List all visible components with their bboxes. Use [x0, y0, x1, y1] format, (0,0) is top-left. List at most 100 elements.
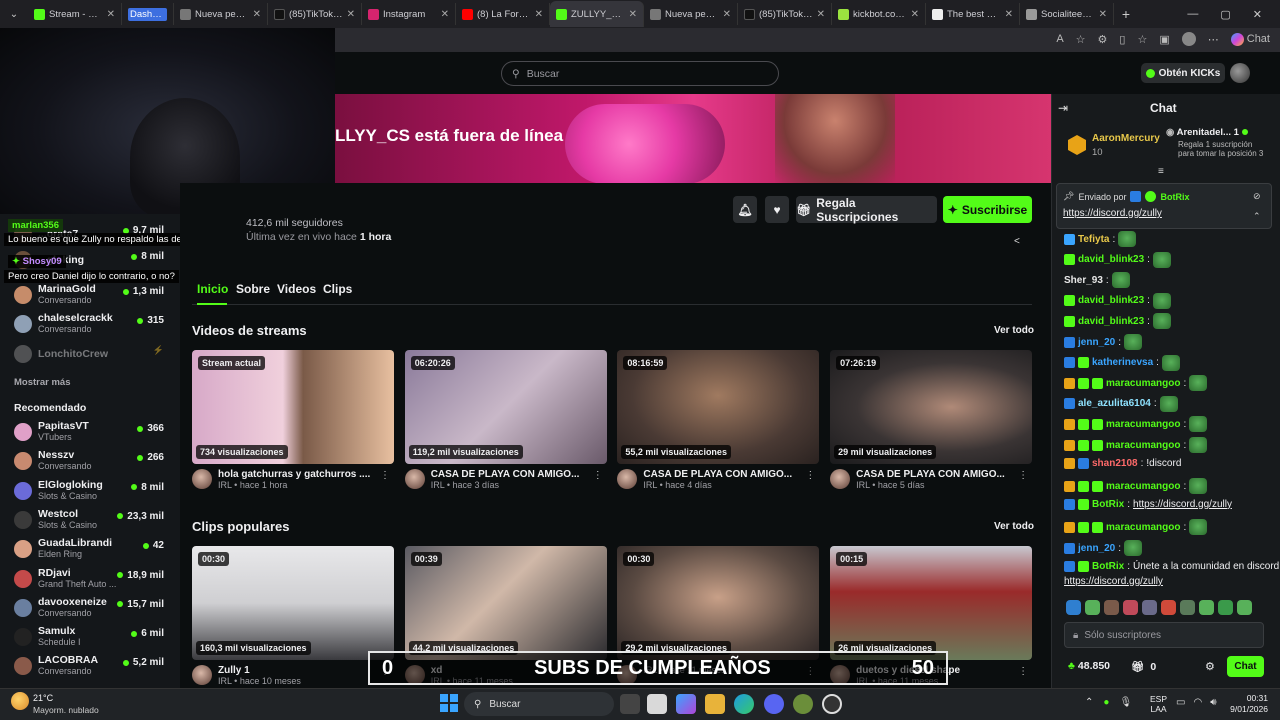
video-title[interactable]: hola gatchurras y gatchurros .... — [218, 469, 378, 480]
video-title[interactable]: CASA DE PLAYA CON AMIGO... — [856, 469, 1016, 480]
new-tab-icon[interactable]: + — [1114, 6, 1138, 22]
search-input[interactable]: ⚲ Buscar — [501, 61, 779, 86]
close-icon[interactable]: ✕ — [911, 9, 919, 20]
video-title[interactable]: CASA DE PLAYA CON AMIGO... — [643, 469, 803, 480]
tab-inicio[interactable]: Inicio — [197, 282, 228, 296]
emote-picker-icon[interactable] — [1142, 600, 1157, 615]
sidebar-recommended-channel[interactable]: Westcol Slots & Casino 23,3 mil — [14, 508, 164, 532]
close-icon[interactable]: ✕ — [1005, 9, 1013, 20]
close-icon[interactable]: ✕ — [441, 9, 449, 20]
language-indicator[interactable]: ESP LAA — [1150, 694, 1167, 714]
read-aloud-icon[interactable]: A — [1056, 33, 1063, 45]
sidebar-recommended-channel[interactable]: LACOBRAA Conversando 5,2 mil — [14, 654, 164, 678]
chat-username[interactable]: david_blink23 — [1078, 316, 1144, 327]
stream-video-card[interactable]: 07:26:19 29 mil visualizaciones CASA DE PL… — [830, 350, 1033, 490]
chat-username[interactable]: jenn_20 — [1078, 543, 1115, 554]
share-icon[interactable]: < — [1014, 236, 1020, 247]
chat-username[interactable]: maracumangoo — [1106, 440, 1180, 451]
close-icon[interactable]: ✕ — [1099, 9, 1107, 20]
browser-tab[interactable]: Nueva pestaña✕ — [174, 3, 268, 25]
chat-username[interactable]: maracumangoo — [1106, 378, 1180, 389]
emote-picker-icon[interactable] — [1199, 600, 1214, 615]
volume-icon[interactable]: 🔊︎ — [1210, 697, 1216, 708]
chat-username[interactable]: maracumangoo — [1106, 419, 1180, 430]
split-screen-icon[interactable]: ▯ — [1119, 33, 1125, 46]
video-title[interactable]: Zully 1 — [218, 665, 378, 676]
copilot-icon[interactable]: Chat — [1230, 32, 1270, 46]
streams-see-all-link[interactable]: Ver todo — [994, 325, 1034, 336]
chat-username[interactable]: shan2108 — [1092, 458, 1138, 469]
emote-picker-icon[interactable] — [1218, 600, 1233, 615]
video-thumbnail[interactable]: 00:15 26 mil visualizaciones — [830, 546, 1033, 660]
close-icon[interactable]: ✕ — [347, 9, 355, 20]
video-thumbnail[interactable]: 00:39 44,2 mil visualizaciones — [404, 546, 607, 660]
browser-tab[interactable]: (85)TikTok - Mak✕ — [268, 3, 362, 25]
microphone-icon[interactable]: 🎙︎ — [1119, 697, 1132, 708]
chat-settings-gear-icon[interactable]: ⚙ — [1205, 660, 1215, 673]
video-thumbnail[interactable]: 00:30 29,2 mil visualizaciones — [617, 546, 820, 660]
browser-tab[interactable]: (85)TikTok - Mak✕ — [738, 3, 832, 25]
subscribe-button[interactable]: ✦ Suscribirse — [943, 196, 1032, 223]
close-window-icon[interactable]: ✕ — [1253, 8, 1262, 21]
top-gifter-name[interactable]: AaronMercury — [1092, 133, 1160, 144]
chat-username[interactable]: david_blink23 — [1078, 295, 1144, 306]
weather-temp[interactable]: 21°C — [33, 693, 53, 703]
follow-heart-button[interactable]: ♥ — [765, 196, 789, 223]
copilot-app-icon[interactable] — [676, 694, 696, 714]
store-icon[interactable] — [647, 694, 667, 714]
stream-video-card[interactable]: 06:20:26 119,2 mil visualizaciones CASA DE… — [404, 350, 607, 490]
collapse-chat-icon[interactable]: ⇥ — [1058, 101, 1068, 115]
chat-username[interactable]: BotRix — [1092, 499, 1124, 510]
favorite-star-icon[interactable]: ☆ — [1076, 33, 1086, 46]
display-icon[interactable]: ▭ — [1176, 697, 1185, 708]
collections-icon[interactable]: ▣ — [1159, 33, 1169, 46]
sidebar-recommended-channel[interactable]: Samulx Schedule I6 mil — [14, 625, 164, 649]
favorites-icon[interactable]: ☆ — [1137, 33, 1147, 46]
clips-see-all-link[interactable]: Ver todo — [994, 521, 1034, 532]
user-avatar[interactable] — [1230, 63, 1250, 83]
profile-icon[interactable] — [1181, 32, 1196, 46]
kick-points[interactable]: ♣ 48.850 — [1068, 660, 1110, 672]
tab-videos[interactable]: Videos — [277, 282, 316, 296]
close-icon[interactable]: ✕ — [817, 9, 825, 20]
expand-icon[interactable]: ≡ — [1158, 166, 1164, 177]
clip-card[interactable]: 00:30 160,3 mil visualizaciones Zully 1 IRL… — [192, 546, 394, 686]
more-options-icon[interactable]: ⋮ — [380, 470, 390, 481]
chevron-up-icon[interactable]: ⌃ — [1085, 697, 1093, 708]
browser-tab[interactable]: The best ChatBo✕ — [926, 3, 1020, 25]
close-icon[interactable]: ✕ — [535, 9, 543, 20]
more-options-icon[interactable]: ⋮ — [1018, 470, 1028, 481]
emote-picker-icon[interactable] — [1237, 600, 1252, 615]
emote-picker-icon[interactable] — [1161, 600, 1176, 615]
more-options-icon[interactable]: ⋮ — [805, 470, 815, 481]
chat-username[interactable]: ale_azulita6104 — [1078, 398, 1151, 409]
emote-picker-icon[interactable] — [1085, 600, 1100, 615]
stream-video-card[interactable]: 08:16:59 55,2 mil visualizaciones CASA DE … — [617, 350, 820, 490]
minimize-icon[interactable]: — — [1187, 8, 1198, 21]
chat-link[interactable]: https://discord.gg/zully — [1064, 576, 1163, 587]
chat-username[interactable]: david_blink23 — [1078, 254, 1144, 265]
chat-username[interactable]: BotRix — [1092, 561, 1124, 572]
tab-clips[interactable]: Clips — [323, 282, 352, 296]
more-icon[interactable]: ⋯ — [1208, 33, 1219, 46]
tab-list-chevron-icon[interactable]: ⌄ — [0, 9, 28, 20]
more-options-icon[interactable]: ⋮ — [593, 470, 603, 481]
video-thumbnail[interactable]: 06:20:26 119,2 mil visualizaciones — [404, 350, 607, 464]
extensions-icon[interactable]: ⚙ — [1098, 33, 1108, 46]
start-button-icon[interactable] — [440, 694, 458, 712]
taskbar-search[interactable]: ⚲ Buscar — [464, 692, 614, 716]
maximize-icon[interactable]: ▢ — [1220, 8, 1230, 21]
more-options-icon[interactable]: ⋮ — [1018, 666, 1028, 677]
video-thumbnail[interactable]: 07:26:19 29 mil visualizaciones — [830, 350, 1033, 464]
collapse-pinned-icon[interactable]: ⌃ — [1253, 211, 1261, 222]
chat-username[interactable]: maracumangoo — [1106, 481, 1180, 492]
video-thumbnail[interactable]: Stream actual 734 visualizaciones — [192, 350, 394, 464]
browser-tab-active[interactable]: ZULLYY_CS Strea✕ — [550, 1, 644, 27]
sidebar-recommended-channel[interactable]: Nesszv Conversando 266 — [14, 449, 164, 473]
sidebar-recommended-channel[interactable]: PapitasVT VTubers 366 — [14, 420, 164, 444]
sidebar-channel[interactable]: MarinaGold Conversando 1,3 mil — [14, 283, 164, 307]
gift-counter[interactable]: 🎁︎ 0 — [1131, 660, 1156, 674]
video-thumbnail[interactable]: 08:16:59 55,2 mil visualizaciones — [617, 350, 820, 464]
clock[interactable]: 00:31 9/01/2026 — [1228, 693, 1268, 715]
unpin-icon[interactable]: ⊘ — [1253, 191, 1261, 202]
